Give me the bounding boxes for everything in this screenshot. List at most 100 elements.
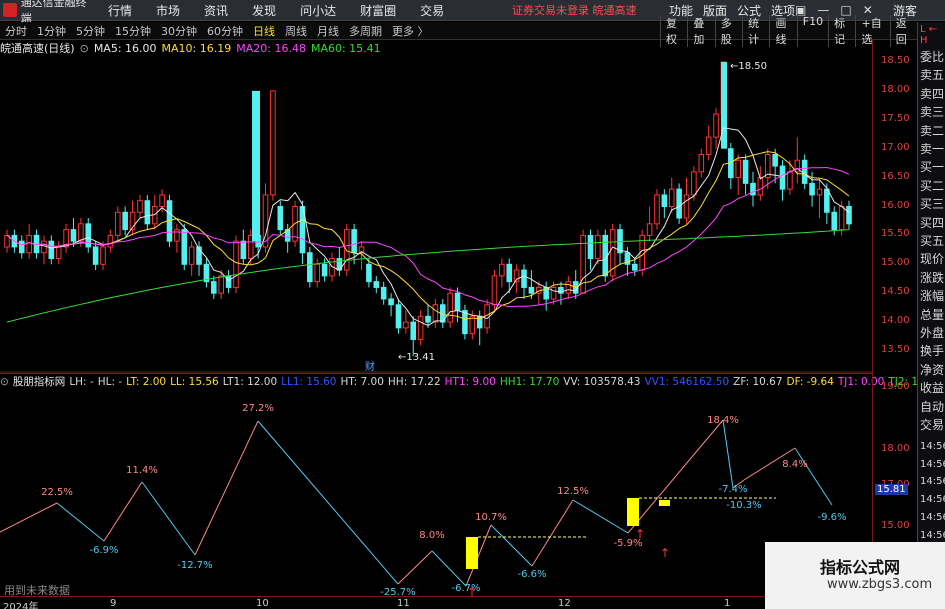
zigzag-label: -10.3% [726, 500, 761, 511]
candle-down [809, 182, 815, 196]
ind-tick: 18.00 [881, 443, 910, 454]
zigzag-segment [257, 420, 399, 585]
side-panel-item[interactable]: 自动 [920, 398, 944, 415]
price-tick: 18.00 [881, 83, 910, 95]
side-panel-item[interactable]: 涨幅 [920, 287, 944, 304]
indicator-value: VV: 103578.43 [563, 375, 641, 388]
date-tick: 11 [397, 598, 410, 609]
zigzag-segment [103, 481, 143, 542]
side-panel-item[interactable]: 交易 [920, 416, 944, 433]
watermark-title: 指标公式网 [820, 558, 901, 577]
candle-up [698, 153, 705, 173]
candle-down [801, 159, 808, 184]
candle-down [528, 286, 535, 294]
zigzag-segment [397, 550, 433, 585]
candle-down [661, 194, 668, 208]
side-panel-item[interactable]: 总量 [920, 306, 944, 323]
indicator-value: LL: 15.56 [170, 375, 219, 388]
quote-side-panel: L ← H 委比 卖五卖四 卖三卖二 卖一 买一买二 买三买四 买五 现价涨跌 涨幅总量 外盘 换手… [917, 22, 945, 609]
candle-up [26, 234, 32, 254]
zigzag-label: 18.4% [707, 415, 739, 426]
indicator-value: HL: - [97, 375, 123, 388]
zigzag-segment [490, 524, 533, 567]
side-panel-item[interactable]: 买四 [920, 214, 944, 231]
side-panel-item[interactable]: 现价 [920, 250, 944, 267]
candle-down [831, 211, 838, 231]
candle-up [233, 240, 239, 288]
indicator-value: HT1: 9.00 [444, 375, 496, 388]
side-panel-item[interactable]: 卖五 [920, 66, 944, 83]
candle-down [70, 229, 77, 242]
candle-down [521, 269, 527, 288]
zigzag-label: -6.6% [517, 569, 546, 580]
side-panel-item[interactable]: 买三 [920, 195, 944, 212]
ma5-line [6, 127, 850, 327]
side-panel-item[interactable]: 卖二 [920, 122, 944, 139]
side-panel-item[interactable]: 涨跌 [920, 269, 944, 286]
side-panel-item[interactable]: 委比 [920, 48, 944, 65]
price-tick: 18.50 [881, 55, 910, 66]
candle-up [469, 315, 476, 335]
price-tick: 16.00 [881, 199, 910, 211]
candle-down [395, 304, 402, 329]
side-panel-item[interactable]: 收益 [920, 379, 944, 396]
candle-up [270, 90, 276, 196]
candle-up [565, 281, 572, 294]
zigzag-label: -9.6% [817, 512, 846, 523]
signal-bar [659, 500, 670, 506]
candle-down [366, 263, 372, 283]
kline-chart[interactable]: ←18.50 ←13.41 财 22.5% -6.9% 11.4% -12.7% 27.2% -… [0, 0, 917, 609]
candle-up [646, 223, 653, 236]
indicator-name[interactable]: 股朋指标网 [13, 374, 66, 389]
candle-spike [252, 90, 260, 242]
zigzag-segment [194, 420, 259, 556]
side-panel-item[interactable]: 净资 [920, 361, 944, 378]
candle-up [218, 275, 224, 294]
side-panel-item[interactable]: 买一 [920, 158, 944, 175]
candle-down [462, 310, 468, 335]
signal-bar [466, 537, 478, 569]
side-panel-item[interactable]: 换手 [920, 342, 944, 359]
indicator-value: HH: 17.22 [387, 375, 441, 388]
candle-down [380, 286, 387, 300]
zigzag-segment [431, 550, 467, 587]
side-panel-item[interactable]: 买五 [920, 232, 944, 249]
candle-down [373, 281, 380, 288]
candle-up [403, 321, 409, 329]
side-panel-item[interactable]: 卖三 [920, 103, 944, 120]
signal-bar [627, 498, 639, 526]
zigzag-label: 11.4% [126, 465, 158, 476]
indicator-value: LH: - [69, 375, 94, 388]
panel-toggle[interactable]: L ← H [920, 24, 945, 46]
zigzag-segment [531, 499, 574, 567]
low-price-label: ←13.41 [398, 352, 435, 363]
price-tick: 14.50 [881, 286, 910, 298]
candle-up [713, 113, 719, 138]
zigzag-label: 8.0% [419, 530, 444, 541]
candle-down [742, 159, 749, 184]
candle-down [277, 206, 284, 231]
indicator-value: HT: 7.00 [340, 375, 384, 388]
candle-down [321, 263, 328, 277]
date-tick: 1 [724, 598, 731, 609]
candle-down [602, 234, 609, 277]
zigzag-segment [722, 419, 734, 489]
candle-up [343, 229, 350, 271]
indicator-value: DF: -9.64 [786, 375, 834, 388]
candle-down [772, 153, 778, 167]
candle-up [838, 206, 845, 231]
candle-up [137, 200, 143, 213]
zigzag-label: -12.7% [177, 560, 212, 571]
side-panel-item[interactable]: 卖一 [920, 140, 944, 157]
side-panel-item[interactable]: 外盘 [920, 324, 944, 341]
candle-up [499, 263, 505, 277]
zigzag-segment [794, 447, 833, 506]
candle-down [122, 211, 128, 231]
side-panel-item[interactable]: 买二 [920, 177, 944, 194]
candle-up [705, 136, 712, 155]
side-panel-item[interactable]: 卖四 [920, 85, 944, 102]
indicator-value: LT1: 12.00 [222, 375, 278, 388]
candle-down [225, 275, 232, 288]
gear-icon[interactable]: ⊙ [0, 376, 9, 388]
zigzag-label: -7.4% [718, 484, 747, 495]
